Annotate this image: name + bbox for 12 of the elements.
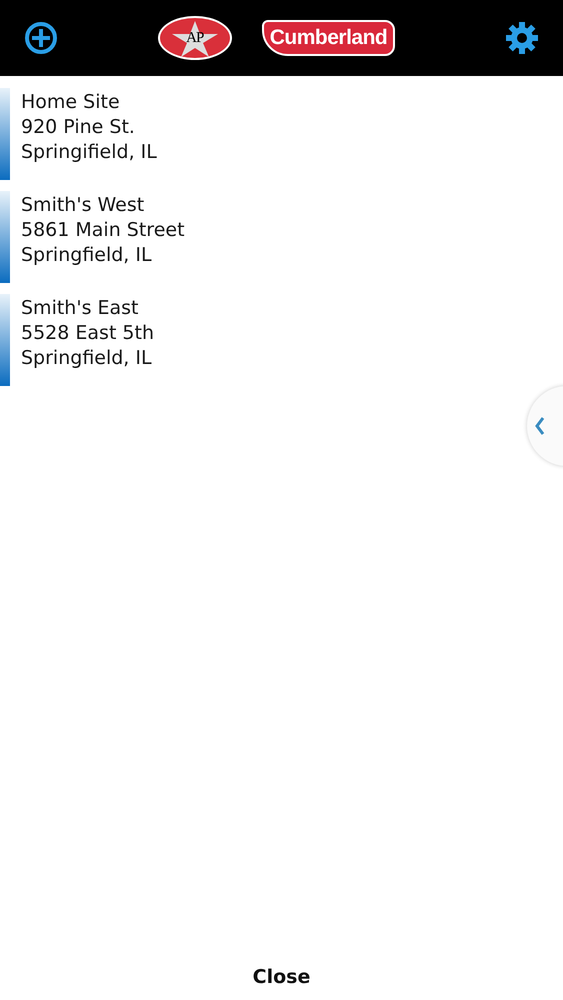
site-name[interactable]: Smith's West xyxy=(21,193,185,218)
brand-logo: Cumberland xyxy=(262,20,396,56)
star-logo: AP xyxy=(158,16,232,60)
site-street: 920 Pine St. xyxy=(21,115,136,140)
site-city: Springifield, IL xyxy=(21,140,157,165)
site-street: 5528 East 5th xyxy=(21,321,154,346)
site-city: Springfield, IL xyxy=(21,243,153,268)
site-name[interactable]: Home Site xyxy=(21,90,157,115)
site-city: Springfield, IL xyxy=(21,346,153,371)
close-button[interactable]: Close xyxy=(222,964,342,990)
site-street: 5861 Main Street xyxy=(21,218,185,243)
site-name[interactable]: Smith's East xyxy=(21,296,154,321)
